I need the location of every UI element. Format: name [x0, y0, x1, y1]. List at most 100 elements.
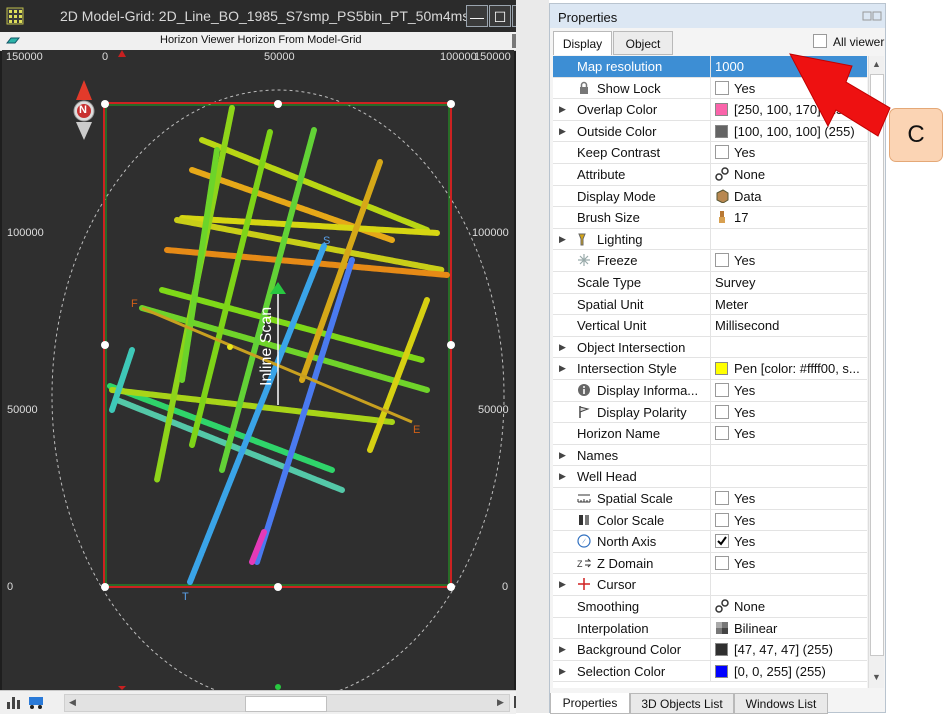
properties-titlebar[interactable]: Properties [550, 4, 885, 28]
horizontal-scrollbar[interactable]: ◀ ▶ [64, 694, 510, 712]
scroll-down-icon[interactable]: ▼ [872, 672, 881, 682]
expand-arrow-icon[interactable]: ▶ [559, 471, 566, 482]
splitter[interactable] [516, 0, 549, 713]
expand-arrow-icon[interactable]: ▶ [559, 363, 566, 374]
property-row[interactable]: Freeze Yes [553, 250, 867, 272]
property-checkbox[interactable] [715, 253, 729, 268]
scroll-left-icon[interactable]: ◀ [69, 697, 76, 708]
property-checkbox[interactable] [715, 512, 729, 527]
property-value[interactable] [710, 228, 867, 250]
property-checkbox[interactable] [715, 383, 729, 397]
property-row[interactable]: ▶ Lighting [553, 228, 867, 251]
minimize-button[interactable]: — [466, 5, 488, 27]
property-row[interactable]: ▶ Well Head [553, 466, 867, 488]
left-axis-label-2: 0 [7, 581, 14, 593]
property-value[interactable] [710, 336, 867, 358]
annotation-callout: C [889, 108, 943, 162]
property-value-text: Yes [734, 491, 756, 506]
expand-arrow-icon[interactable]: ▶ [559, 104, 566, 115]
color-swatch[interactable] [715, 124, 728, 138]
vertical-scroll-thumb[interactable] [870, 74, 884, 656]
property-value[interactable]: Pen [color: #ffff00, s... [710, 358, 867, 379]
property-value[interactable]: Millisecond [710, 315, 867, 336]
property-row[interactable]: ▶ Intersection Style Pen [color: #ffff00, … [553, 358, 867, 380]
property-value[interactable]: Yes [710, 250, 867, 271]
property-row[interactable]: Display Mode Data [553, 185, 867, 208]
scroll-right-icon[interactable]: ▶ [497, 697, 504, 708]
property-row[interactable]: Color Scale Yes [553, 509, 867, 532]
property-row[interactable]: Keep Contrast Yes [553, 142, 867, 164]
property-value[interactable]: Yes [710, 509, 867, 531]
property-checkbox[interactable] [715, 534, 729, 549]
property-row[interactable]: Spatial Unit Meter [553, 293, 867, 316]
property-value[interactable] [710, 574, 867, 595]
property-row[interactable]: Display Polarity Yes [553, 401, 867, 424]
property-value[interactable]: [0, 0, 255] (255) [710, 660, 867, 682]
scroll-thumb[interactable] [245, 696, 327, 712]
property-value[interactable]: Yes [710, 531, 867, 552]
property-value[interactable]: Bilinear [710, 617, 867, 639]
vehicle-tool-icon[interactable] [27, 694, 47, 710]
property-value[interactable]: None [710, 164, 867, 185]
property-row[interactable]: ▶ Object Intersection [553, 336, 867, 359]
vertical-scrollbar[interactable]: ▲ ▼ [868, 56, 884, 688]
property-value[interactable]: Data [710, 185, 867, 207]
property-row[interactable]: Attribute None [553, 164, 867, 186]
color-swatch[interactable] [715, 103, 728, 117]
property-value[interactable]: Yes [710, 142, 867, 163]
map-canvas[interactable]: 150000 0 50000 100000 150000 100000 5000… [2, 50, 514, 690]
property-row[interactable]: Spatial Scale Yes [553, 488, 867, 510]
property-row[interactable]: Interpolation Bilinear [553, 617, 867, 640]
property-value[interactable]: Yes [710, 401, 867, 423]
property-row[interactable]: Vertical Unit Millisecond [553, 315, 867, 337]
property-row[interactable]: Horizon Name Yes [553, 423, 867, 445]
maximize-button[interactable]: ☐ [489, 5, 511, 27]
expand-arrow-icon[interactable]: ▶ [559, 666, 566, 677]
property-value[interactable]: Meter [710, 293, 867, 315]
property-value-text: Meter [715, 296, 749, 312]
tab-3d-objects-list[interactable]: 3D Objects List [630, 693, 734, 714]
property-value[interactable]: Survey [710, 272, 867, 293]
tab-properties[interactable]: Properties [550, 693, 630, 714]
property-value[interactable]: Yes [710, 552, 867, 574]
property-value[interactable]: 17 [710, 207, 867, 228]
property-row[interactable]: ▶ Names [553, 444, 867, 467]
expand-arrow-icon[interactable]: ▶ [559, 579, 566, 590]
property-row[interactable]: Display Informa... Yes [553, 380, 867, 402]
color-swatch[interactable] [715, 362, 728, 376]
expand-arrow-icon[interactable]: ▶ [559, 644, 566, 655]
expand-arrow-icon[interactable]: ▶ [559, 234, 566, 245]
property-row[interactable]: North Axis Yes [553, 531, 867, 553]
property-value[interactable]: [47, 47, 47] (255) [710, 639, 867, 660]
window-titlebar[interactable]: 2D Model-Grid: 2D_Line_BO_1985_S7smp_PS5… [0, 0, 516, 32]
property-value[interactable]: Yes [710, 423, 867, 444]
property-value[interactable]: Yes [710, 380, 867, 401]
property-row[interactable]: Smoothing None [553, 596, 867, 618]
dock-icon[interactable] [862, 10, 882, 22]
property-checkbox[interactable] [715, 555, 729, 570]
tab-display[interactable]: Display [553, 31, 612, 55]
expand-arrow-icon[interactable]: ▶ [559, 342, 566, 353]
property-checkbox[interactable] [715, 80, 729, 95]
property-row[interactable]: ▶ Selection Color [0, 0, 255] (255) [553, 660, 867, 683]
tab-windows-list[interactable]: Windows List [734, 693, 828, 714]
property-checkbox[interactable] [715, 145, 729, 160]
property-value[interactable] [710, 466, 867, 487]
property-value[interactable]: None [710, 596, 867, 617]
property-checkbox[interactable] [715, 491, 729, 505]
expand-arrow-icon[interactable]: ▶ [559, 126, 566, 137]
property-checkbox[interactable] [715, 426, 729, 441]
tab-object[interactable]: Object [613, 31, 673, 55]
property-row[interactable]: Z Z Domain Yes [553, 552, 867, 575]
color-swatch[interactable] [715, 643, 728, 657]
property-row[interactable]: Brush Size 17 [553, 207, 867, 229]
property-row[interactable]: ▶ Cursor [553, 574, 867, 596]
property-row[interactable]: ▶ Background Color [47, 47, 47] (255) [553, 639, 867, 661]
expand-arrow-icon[interactable]: ▶ [559, 450, 566, 461]
property-value[interactable]: Yes [710, 488, 867, 509]
tree-tool-icon[interactable] [6, 694, 22, 710]
property-row[interactable]: Scale Type Survey [553, 272, 867, 294]
property-checkbox[interactable] [715, 404, 729, 419]
property-value[interactable] [710, 444, 867, 466]
color-swatch[interactable] [715, 664, 728, 678]
